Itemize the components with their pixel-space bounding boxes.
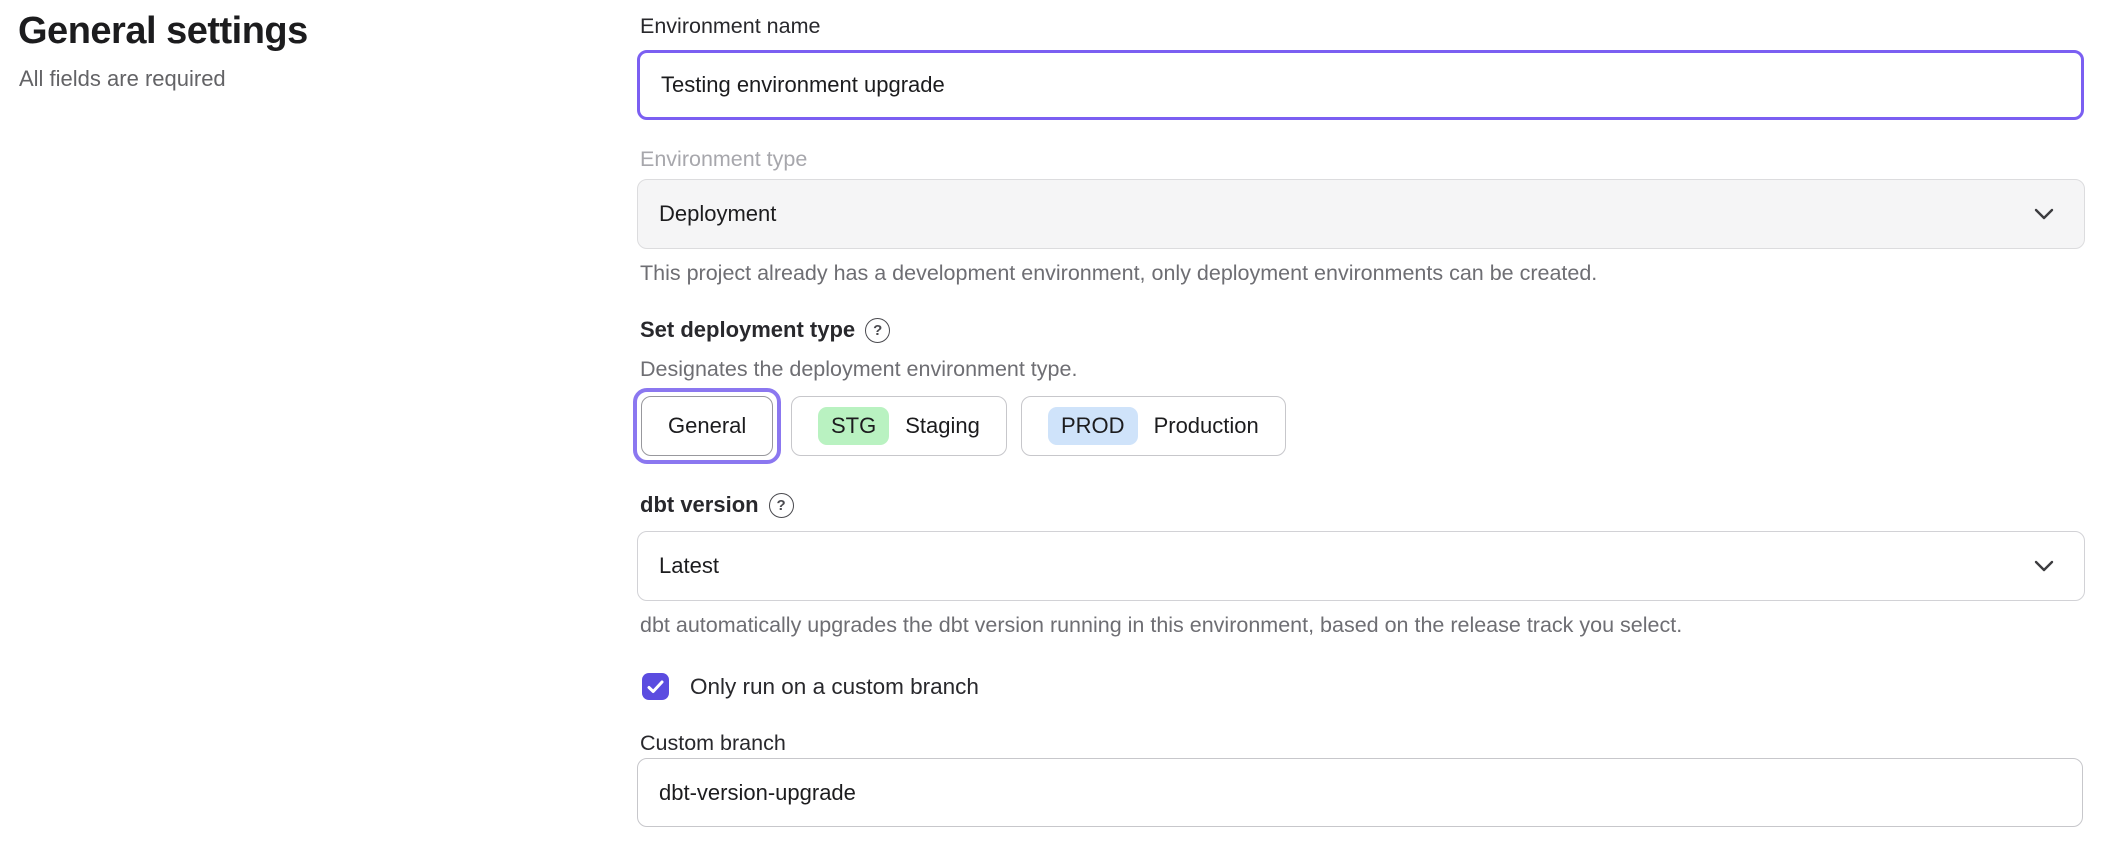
custom-branch-input[interactable] — [637, 758, 2083, 827]
environment-type-label: Environment type — [640, 147, 807, 172]
deployment-type-helper: Designates the deployment environment ty… — [640, 357, 1077, 382]
check-icon — [647, 680, 664, 694]
deployment-type-option-production[interactable]: PROD Production — [1021, 396, 1286, 456]
page-title: General settings — [18, 10, 308, 53]
help-icon[interactable]: ? — [769, 493, 794, 518]
production-label: Production — [1154, 413, 1259, 439]
dbt-version-label: dbt version ? — [640, 492, 794, 518]
deployment-type-label-text: Set deployment type — [640, 317, 855, 343]
dbt-version-label-text: dbt version — [640, 492, 759, 518]
deployment-type-option-staging[interactable]: STG Staging — [791, 396, 1007, 456]
dbt-version-helper: dbt automatically upgrades the dbt versi… — [640, 613, 1682, 638]
environment-name-input[interactable] — [637, 50, 2084, 120]
dbt-version-value: Latest — [659, 553, 719, 579]
custom-branch-label: Custom branch — [640, 731, 786, 756]
custom-branch-checkbox[interactable] — [642, 673, 669, 700]
deployment-type-option-general[interactable]: General — [641, 396, 773, 456]
dbt-version-select[interactable]: Latest — [637, 531, 2085, 601]
page-subtitle: All fields are required — [19, 66, 226, 92]
production-badge: PROD — [1048, 407, 1138, 445]
deployment-type-option-general-ring: General — [633, 388, 781, 464]
custom-branch-checkbox-label[interactable]: Only run on a custom branch — [690, 674, 979, 700]
staging-label: Staging — [905, 413, 980, 439]
deployment-type-label: Set deployment type ? — [640, 317, 890, 343]
chevron-down-icon — [2033, 559, 2055, 573]
environment-settings-page: General settings All fields are required… — [0, 0, 2116, 864]
help-icon[interactable]: ? — [865, 318, 890, 343]
environment-type-select: Deployment — [637, 179, 2085, 249]
staging-badge: STG — [818, 407, 889, 445]
environment-name-label: Environment name — [640, 14, 820, 39]
chevron-down-icon — [2033, 207, 2055, 221]
environment-type-value: Deployment — [659, 201, 776, 227]
environment-type-helper: This project already has a development e… — [640, 261, 1597, 286]
